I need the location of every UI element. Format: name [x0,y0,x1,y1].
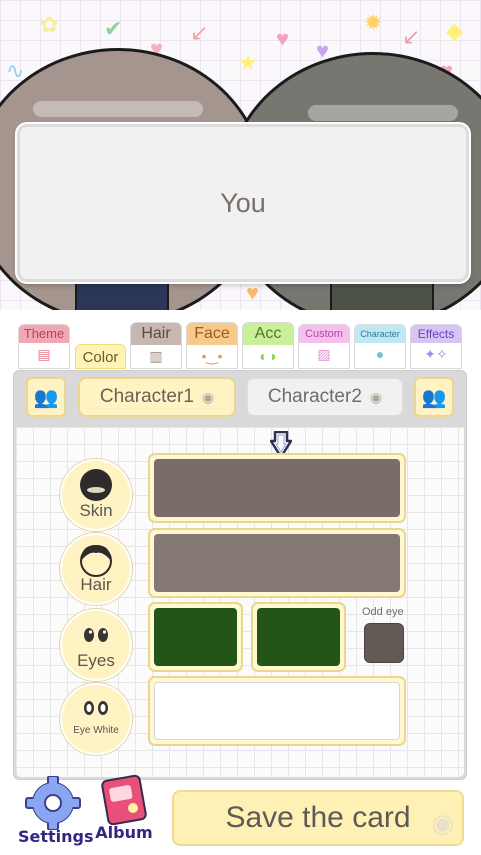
clapperboard-icon: ▤ [37,346,51,362]
gear-icon: ◉ [369,388,383,405]
person-icon: ● [375,346,385,362]
tab-custom[interactable]: Custom ▨ [298,324,350,369]
hair-text: Hair [80,575,112,594]
sparkle-icon: ✦✧ [424,346,448,362]
category-tabs: Theme ▤ Color Hair ▥ Face •‿• Acc ◐◑ Cus… [0,318,481,370]
people-swap-icon: 👥 [421,386,447,409]
heart-sticker: ♥ [276,26,290,51]
eyes-label: Eyes [60,609,132,681]
face-icon: •‿• [201,348,223,364]
tab-label: Hair [131,323,181,345]
left-eye-color-button[interactable] [148,602,243,672]
people-icon: 👥 [33,386,59,409]
right-eye-swatch [257,608,340,666]
tab-hair[interactable]: Hair ▥ [130,322,182,369]
hair-face-icon [80,545,112,577]
character1-button[interactable]: Character1 ◉ [78,377,236,417]
tab-label: Color [82,349,119,366]
tab-label: Face [187,323,237,345]
arrow-sticker: ↙ [402,24,421,49]
eyes-text: Eyes [77,651,115,670]
diamond-sticker: ◆ [446,18,463,43]
tab-label: Effects [411,325,461,343]
glasses-icon: ◐◑ [259,348,277,364]
character-list-button[interactable]: 👥 [26,377,66,417]
character2-button[interactable]: Character2 ◉ [246,377,404,417]
character1-label: Character1 [99,386,194,407]
left-eye-swatch [154,608,237,666]
comb-icon: ▥ [149,348,163,364]
eye-white-label: Eye White [60,683,132,755]
tab-acc[interactable]: Acc ◐◑ [242,322,294,369]
flower-sticker: ✿ [40,12,59,37]
gear-icon [25,775,81,831]
eye-white-swatch [154,682,400,740]
sun-sticker: ✹ [364,10,383,35]
color-panel: 👥 Character1 ◉ Character2 ◉ 👥 Skin Hair [13,370,467,780]
save-card-button[interactable]: Save the card ◉ [172,790,464,846]
album-button[interactable]: Album [94,772,154,842]
right-eye-color-button[interactable] [251,602,346,672]
skin-swatch [154,459,400,517]
tab-label: Custom [299,325,349,343]
eyes-face-icon [84,628,108,642]
tab-label: Acc [243,323,293,345]
skin-text: Skin [79,501,113,520]
skin-label: Skin [60,459,132,531]
swap-characters-button[interactable]: 👥 [414,377,454,417]
eye-white-face-icon [84,701,108,715]
album-icon [101,774,147,826]
hair-swatch [154,534,400,592]
album-text: Album [95,823,153,842]
character2-label: Character2 [267,386,362,407]
settings-text: Settings [18,827,94,846]
tab-theme[interactable]: Theme ▤ [18,324,70,369]
heart-sticker: ♥ [246,280,260,305]
name-dialog[interactable]: You [17,124,469,282]
eye-white-color-button[interactable] [148,676,406,746]
camera-icon: ◉ [431,808,454,838]
check-sticker: ✔ [104,16,123,41]
settings-button[interactable]: Settings [18,775,94,846]
gear-icon: ◉ [201,388,215,405]
eye-white-text: Eye White [73,725,119,736]
tab-effects[interactable]: Effects ✦✧ [410,324,462,369]
tab-color[interactable]: Color [75,344,126,369]
image-icon: ▨ [317,346,331,362]
swirl-sticker: ∿ [6,58,25,83]
hair-color-button[interactable] [148,528,406,598]
tab-label: Theme [19,325,69,343]
odd-eye-label: Odd eye [362,606,404,618]
arrow-sticker: ↙ [190,20,209,45]
skin-face-icon [80,469,112,501]
tab-face[interactable]: Face •‿• [186,322,238,369]
hair-label: Hair [60,533,132,605]
tab-label: Character [355,325,405,343]
star-sticker: ★ [238,50,258,75]
dialog-text: You [220,187,266,218]
character-preview: ✿ ✔ ♥ ↙ ★ ♥ ♥ ✹ ↙ ◆ ♥ ∿ ✦ ♥ ☁ ∿ You [0,0,481,310]
skin-color-button[interactable] [148,453,406,523]
save-card-text: Save the card [225,801,411,834]
tab-character[interactable]: Character ● [354,324,406,369]
odd-eye-toggle[interactable] [364,623,404,663]
